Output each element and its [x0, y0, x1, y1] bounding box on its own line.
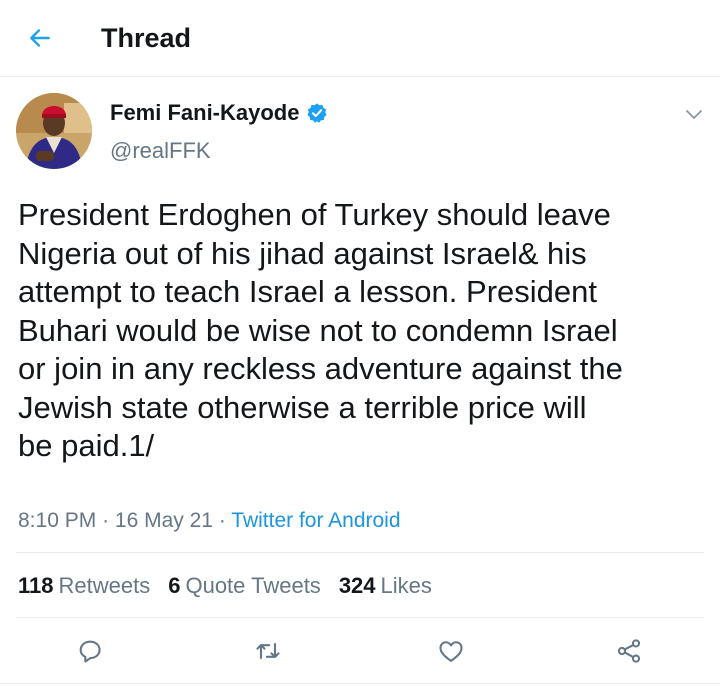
divider [0, 683, 720, 684]
tweet-source-link[interactable]: Twitter for Android [231, 509, 400, 532]
tweet-time: 8:10 PM [18, 509, 97, 532]
divider [16, 617, 704, 618]
author-handle[interactable]: @realFFK [110, 138, 211, 164]
quote-tweets-count: 6 [168, 573, 181, 598]
reply-icon [79, 640, 101, 663]
tweet-stats: 118 Retweets 6 Quote Tweets 324 Likes [18, 572, 450, 600]
likes-label: Likes [380, 573, 432, 598]
divider [16, 552, 704, 553]
retweet-icon [256, 642, 280, 660]
back-button[interactable] [24, 22, 56, 54]
top-bar: Thread [0, 0, 720, 77]
verified-badge-icon [306, 102, 328, 124]
author-name[interactable]: Femi Fani-Kayode [110, 99, 328, 127]
more-options-button[interactable] [682, 102, 706, 126]
retweets-count: 118 [18, 573, 54, 598]
share-button[interactable] [614, 636, 644, 666]
likes-count: 324 [338, 573, 376, 598]
tweet-meta: 8:10 PM · 16 May 21 · Twitter for Androi… [18, 507, 401, 535]
tweet-date: 16 May 21 [114, 509, 213, 532]
retweet-button[interactable] [253, 636, 283, 666]
heart-icon [439, 641, 463, 662]
quote-tweets-stat[interactable]: 6 Quote Tweets [168, 572, 321, 600]
arrow-left-icon [30, 29, 50, 47]
retweets-stat[interactable]: 118 Retweets [18, 572, 150, 600]
meta-separator: · [102, 509, 110, 532]
author-name-text: Femi Fani-Kayode [110, 100, 300, 125]
avatar-image [16, 93, 92, 169]
likes-stat[interactable]: 324 Likes [339, 572, 432, 600]
avatar[interactable] [16, 93, 92, 169]
chevron-down-icon [686, 110, 702, 119]
retweets-label: Retweets [58, 573, 151, 598]
quote-tweets-label: Quote Tweets [185, 573, 321, 598]
reply-button[interactable] [75, 636, 105, 666]
like-button[interactable] [436, 636, 466, 666]
share-icon [617, 639, 641, 663]
tweet-text: President Erdoghen of Turkey should leav… [18, 197, 623, 463]
meta-separator: · [218, 509, 226, 532]
page-title: Thread [101, 23, 192, 53]
